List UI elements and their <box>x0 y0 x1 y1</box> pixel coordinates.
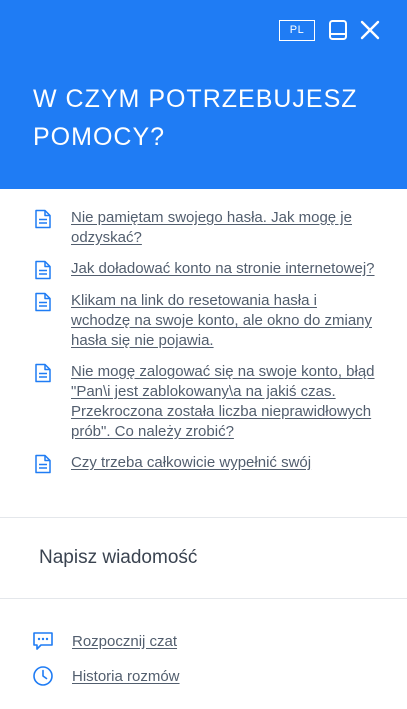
page-title: W CZYM POTRZEBUJESZ POMOCY? <box>33 85 358 151</box>
faq-list: Nie pamiętam swojego hasła. Jak mogę je … <box>0 189 407 474</box>
start-chat-link[interactable]: Rozpocznij czat <box>32 630 177 652</box>
scroll-fade <box>0 495 407 517</box>
document-icon <box>35 260 51 280</box>
faq-link[interactable]: Nie pamiętam swojego hasła. Jak mogę je … <box>71 208 377 248</box>
faq-link[interactable]: Jak doładować konto na stronie interneto… <box>71 259 375 280</box>
help-header: PL W CZYM POTRZEBUJESZ POMOCY? <box>0 0 407 189</box>
divider <box>0 598 407 599</box>
minimize-button[interactable] <box>326 18 350 42</box>
chat-bubble-icon <box>33 632 53 650</box>
faq-item[interactable]: Jak doładować konto na stronie interneto… <box>0 259 407 280</box>
chat-history-link[interactable]: Historia rozmów <box>32 665 180 687</box>
start-chat-label[interactable]: Rozpocznij czat <box>72 633 177 650</box>
faq-link[interactable]: Czy trzeba całkowicie wypełnić swój <box>71 453 311 474</box>
close-icon <box>360 20 380 40</box>
document-icon <box>35 363 51 383</box>
close-button[interactable] <box>358 18 382 42</box>
faq-item[interactable]: Czy trzeba całkowicie wypełnić swój <box>0 453 407 474</box>
message-input[interactable] <box>0 518 407 598</box>
document-icon <box>35 292 51 312</box>
document-icon <box>35 454 51 474</box>
chat-history-label[interactable]: Historia rozmów <box>72 668 180 685</box>
faq-item[interactable]: Nie pamiętam swojego hasła. Jak mogę je … <box>0 208 407 248</box>
faq-item[interactable]: Nie mogę zalogować się na swoje konto, b… <box>0 362 407 442</box>
faq-list-container[interactable]: Nie pamiętam swojego hasła. Jak mogę je … <box>0 189 407 517</box>
language-switch[interactable]: PL <box>279 20 315 41</box>
minimize-window-icon <box>329 20 347 40</box>
faq-link[interactable]: Klikam na link do resetowania hasła i wc… <box>71 291 377 351</box>
faq-item[interactable]: Klikam na link do resetowania hasła i wc… <box>0 291 407 351</box>
clock-icon <box>33 666 53 686</box>
faq-link[interactable]: Nie mogę zalogować się na swoje konto, b… <box>71 362 377 442</box>
document-icon <box>35 209 51 229</box>
